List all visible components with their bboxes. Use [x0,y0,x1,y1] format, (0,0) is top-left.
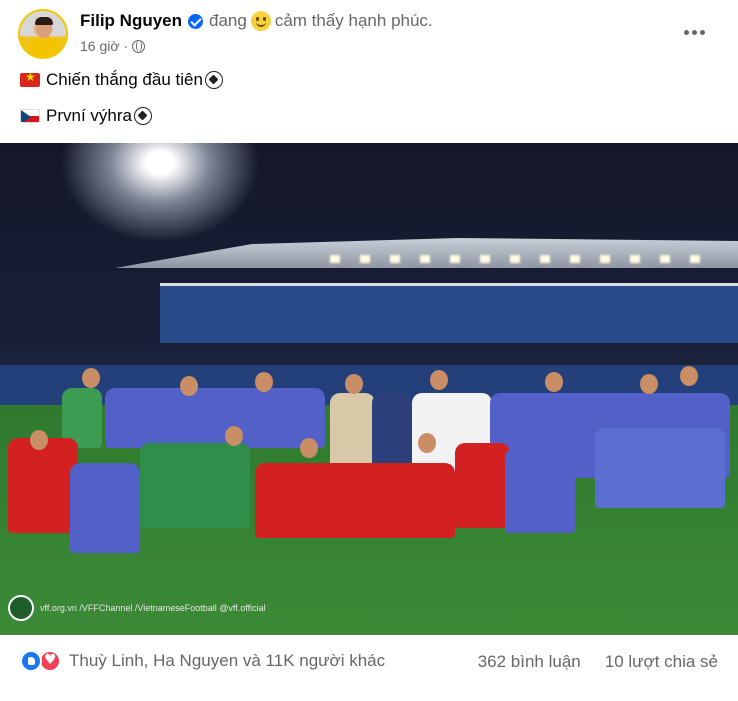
shares-count[interactable]: 10 lượt chia sẻ [605,652,718,672]
team-member [595,428,725,508]
more-options-button[interactable] [680,18,708,46]
team-member [330,393,375,468]
more-dot-icon [691,29,697,35]
player-head [180,376,198,396]
post-text-line-1: Chiến thắng đầu tiên [20,70,223,90]
post-header: Filip Nguyen đang cảm thấy hạnh phúc. 16… [0,0,738,64]
post-footer: Thuỳ Linh, Ha Nguyen và 11K người khác 3… [0,635,738,689]
player-head [680,366,698,386]
reactions-summary[interactable]: Thuỳ Linh, Ha Nguyen và 11K người khác [20,650,385,672]
post-text-vietnamese: Chiến thắng đầu tiên [46,70,203,89]
team-member [105,388,325,448]
post-stats: 362 bình luận 10 lượt chia sẻ [478,652,718,672]
player-head [225,426,243,446]
post-text-line-2: První výhra [20,106,152,126]
more-dot-icon [683,29,689,35]
love-reaction-icon [39,650,61,672]
player-head [300,438,318,458]
author-avatar[interactable] [18,9,68,59]
player-head [345,374,363,394]
player-head [418,433,436,453]
stadium-stand-upper [160,283,738,343]
vietnam-flag-icon [20,73,40,87]
team-member [372,393,412,473]
more-dot-icon [699,29,705,35]
team-member [505,448,575,533]
meta-separator: · [123,38,129,54]
floodlight-glow [60,143,260,243]
vff-logo-icon [8,595,34,621]
watermark-text: vff.org.vn /VFFChannel /VietnameseFootba… [40,603,266,613]
public-globe-icon[interactable] [132,39,146,53]
soccer-ball-icon [133,107,152,125]
comments-count[interactable]: 362 bình luận [478,652,581,672]
photo-watermark: vff.org.vn /VFFChannel /VietnameseFootba… [8,595,266,621]
soccer-ball-icon [204,71,223,89]
post-photo[interactable]: vff.org.vn /VFFChannel /VietnameseFootba… [0,143,738,635]
stadium-roof [115,238,738,268]
team-member [255,463,455,538]
team-group [0,366,738,598]
author-name[interactable]: Filip Nguyen [80,11,182,31]
post-text-czech: První výhra [46,106,132,125]
team-member [8,438,78,533]
feeling-prefix: đang [209,11,247,30]
player-head [30,430,48,450]
facebook-post: Filip Nguyen đang cảm thấy hạnh phúc. 16… [0,0,738,701]
roof-floodlights [330,255,710,263]
czech-flag-icon [20,109,40,123]
player-head [545,372,563,392]
post-meta: 16 giờ · [80,38,146,54]
team-member [70,463,140,553]
player-head [255,372,273,392]
team-member [140,443,250,528]
player-head [430,370,448,390]
verified-badge-icon [188,13,203,29]
feeling-text: cảm thấy hạnh phúc. [274,11,433,30]
player-head [82,368,100,388]
author-line: Filip Nguyen đang cảm thấy hạnh phúc. [80,11,433,31]
player-head [640,374,658,394]
like-reaction-icon [20,650,42,672]
happy-face-icon [250,11,271,31]
post-time[interactable]: 16 giờ [80,38,120,54]
team-member [455,443,510,528]
reaction-names[interactable]: Thuỳ Linh, Ha Nguyen và 11K người khác [69,651,385,671]
